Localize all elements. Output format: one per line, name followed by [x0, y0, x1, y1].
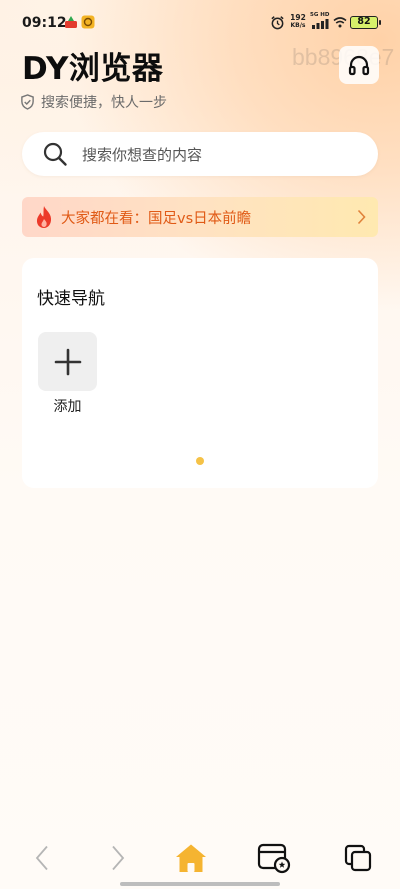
back-button[interactable]: [22, 835, 62, 881]
chevron-right-icon: [357, 209, 366, 225]
status-bar: 09:12 192 KB/s 5G HD 82: [0, 0, 400, 40]
chevron-right-icon: [112, 845, 125, 871]
system-home-indicator[interactable]: [120, 882, 280, 886]
search-bar[interactable]: 搜索你想查的内容: [22, 132, 378, 176]
headphone-icon: [348, 55, 370, 76]
home-icon: [176, 844, 206, 872]
add-shortcut-label: 添加: [53, 399, 82, 415]
tabs-button[interactable]: [338, 835, 378, 881]
home-button[interactable]: [170, 835, 212, 881]
wifi-icon: [333, 17, 347, 28]
plus-icon: [54, 348, 81, 375]
app-title: DY浏览器: [22, 51, 164, 87]
trending-banner[interactable]: 大家都在看：国足vs日本前瞻: [22, 197, 378, 237]
bookmark-window-icon: [257, 843, 291, 874]
quick-nav-card: 快速导航 添加: [22, 258, 378, 488]
shield-check-icon: [21, 94, 34, 110]
app-notification-icon: [81, 15, 95, 29]
status-time: 09:12: [22, 15, 67, 31]
battery-indicator: 82: [350, 16, 381, 29]
quick-nav-title: 快速导航: [37, 289, 105, 309]
trending-text: 大家都在看：国足vs日本前瞻: [61, 210, 252, 227]
search-icon: [43, 142, 67, 166]
battery-level: 82: [357, 16, 371, 27]
search-placeholder: 搜索你想查的内容: [82, 145, 203, 164]
bookmarks-button[interactable]: [254, 835, 294, 881]
app-notification-icon: [65, 16, 77, 28]
chevron-left-icon: [35, 845, 48, 871]
forward-button[interactable]: [98, 835, 138, 881]
slogan: 搜索便捷，快人一步: [20, 92, 167, 112]
network-speed-value: 192: [290, 13, 306, 22]
flame-icon: [36, 206, 52, 228]
network-speed: 192 KB/s: [289, 14, 307, 30]
audio-mode-button[interactable]: [339, 46, 379, 84]
cellular-signal-icon: [312, 19, 329, 29]
add-shortcut-button[interactable]: [38, 332, 97, 391]
alarm-icon: [271, 16, 284, 30]
slogan-text: 搜索便捷，快人一步: [41, 95, 167, 111]
network-speed-unit: KB/s: [290, 22, 306, 29]
tabs-icon: [344, 844, 372, 872]
page-indicator-dot: [196, 457, 204, 465]
bottom-navigation: [0, 835, 400, 885]
